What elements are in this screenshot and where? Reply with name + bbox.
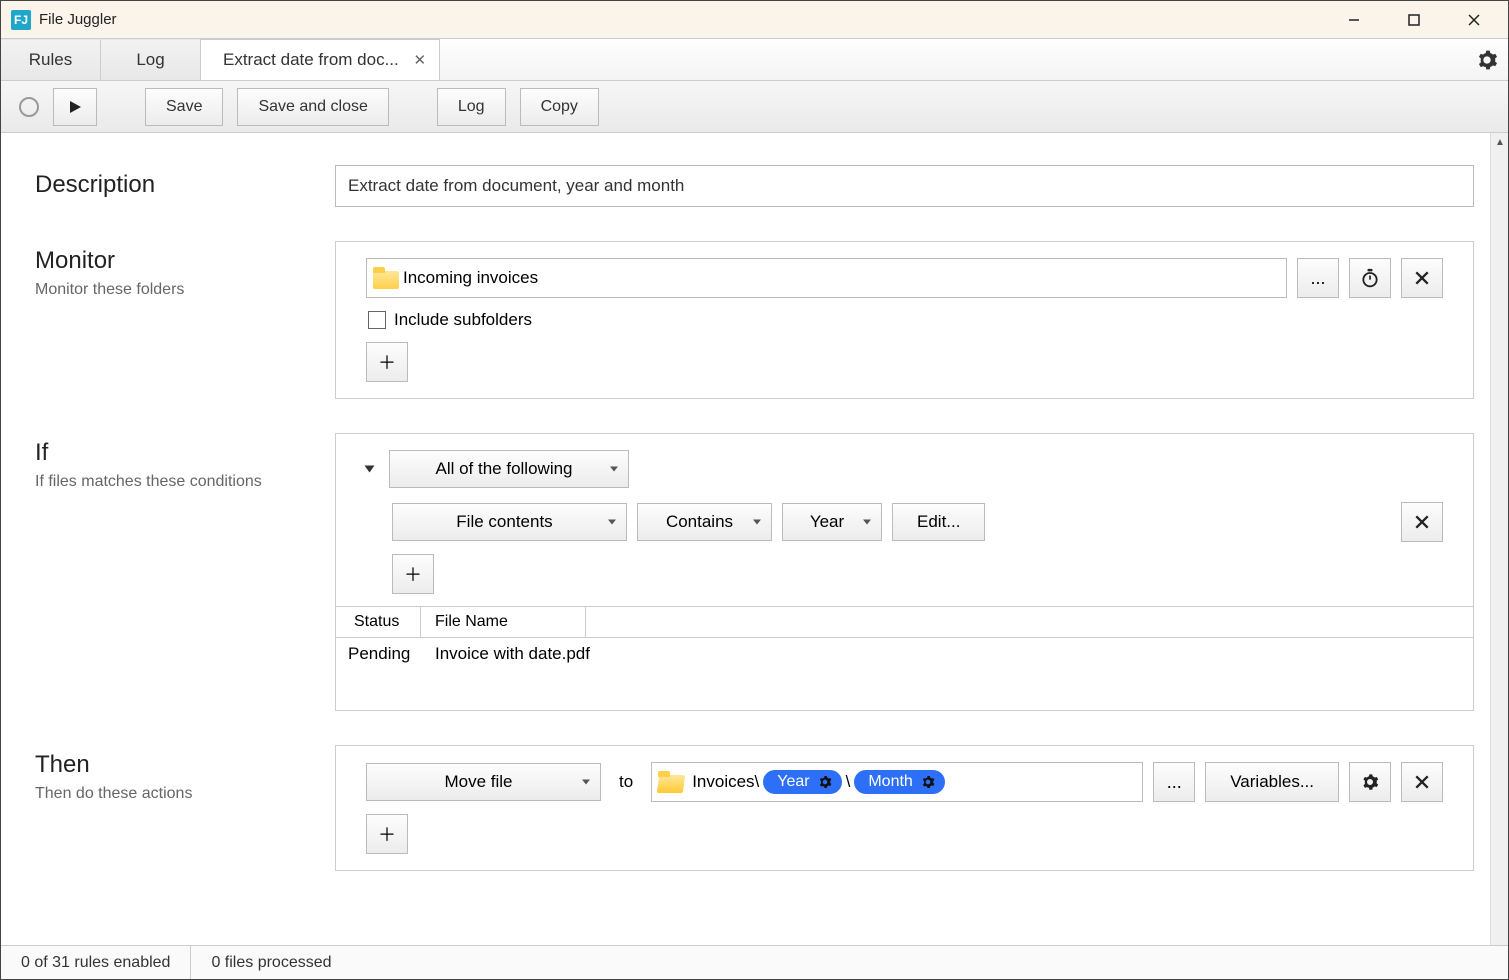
cell-filename: Invoice with date.pdf bbox=[421, 638, 604, 670]
remove-folder-button[interactable] bbox=[1401, 258, 1443, 298]
remove-condition-button[interactable] bbox=[1401, 502, 1443, 542]
condition-mode-dropdown[interactable]: All of the following bbox=[389, 450, 629, 488]
folder-name: Incoming invoices bbox=[403, 268, 538, 288]
tab-log[interactable]: Log bbox=[101, 39, 201, 80]
main-content: Description Monitor Monitor these folder… bbox=[1, 133, 1508, 945]
description-heading: Description bbox=[35, 171, 335, 199]
maximize-button[interactable] bbox=[1384, 1, 1444, 39]
status-rules: 0 of 31 rules enabled bbox=[1, 946, 191, 979]
include-subfolders-checkbox[interactable]: Include subfolders bbox=[368, 310, 1443, 330]
gear-icon bbox=[921, 775, 935, 789]
tab-close-icon[interactable]: ✕ bbox=[409, 49, 431, 71]
variable-pill-year[interactable]: Year bbox=[763, 770, 841, 794]
to-label: to bbox=[611, 772, 641, 792]
app-title: File Juggler bbox=[39, 11, 1324, 28]
app-window: FJ File Juggler Rules Log Extract date f… bbox=[0, 0, 1509, 980]
section-monitor: Monitor Monitor these folders Incoming i… bbox=[35, 241, 1474, 399]
tabbar: Rules Log Extract date from doc... ✕ bbox=[1, 39, 1508, 81]
description-input[interactable] bbox=[335, 165, 1474, 207]
browse-folder-button[interactable]: ... bbox=[1297, 258, 1339, 298]
log-button[interactable]: Log bbox=[437, 88, 506, 126]
folder-icon bbox=[373, 267, 399, 289]
dest-sep: \ bbox=[846, 772, 851, 792]
window-controls bbox=[1324, 1, 1504, 39]
variables-button[interactable]: Variables... bbox=[1205, 762, 1339, 802]
toolbar: Save Save and close Log Copy bbox=[1, 81, 1508, 133]
if-heading: If bbox=[35, 439, 335, 467]
collapse-toggle-icon[interactable] bbox=[365, 466, 375, 473]
minimize-button[interactable] bbox=[1324, 1, 1384, 39]
condition-value-dropdown[interactable]: Year bbox=[782, 503, 882, 541]
add-action-button[interactable]: ＋ bbox=[366, 814, 408, 854]
scrollbar[interactable]: ▲ bbox=[1490, 133, 1508, 945]
rule-enabled-radio[interactable] bbox=[19, 97, 39, 117]
if-sub: If files matches these conditions bbox=[35, 473, 335, 491]
monitor-folder-input[interactable]: Incoming invoices bbox=[366, 258, 1287, 298]
statusbar: 0 of 31 rules enabled 0 files processed bbox=[1, 945, 1508, 979]
folder-open-icon bbox=[658, 771, 684, 793]
add-condition-button[interactable]: ＋ bbox=[392, 554, 434, 594]
col-header-status[interactable]: Status bbox=[336, 607, 421, 637]
status-files: 0 files processed bbox=[191, 946, 351, 979]
close-window-button[interactable] bbox=[1444, 1, 1504, 39]
cell-status: Pending bbox=[336, 638, 421, 670]
condition-field-dropdown[interactable]: File contents bbox=[392, 503, 627, 541]
match-table: Status File Name Pending Invoice with da… bbox=[336, 606, 1473, 710]
destination-input[interactable]: Invoices\ Year \ Month bbox=[651, 762, 1143, 802]
then-heading: Then bbox=[35, 751, 335, 779]
col-header-filename[interactable]: File Name bbox=[421, 607, 586, 637]
dest-prefix: Invoices\ bbox=[692, 772, 759, 792]
gear-icon bbox=[818, 775, 832, 789]
settings-button[interactable] bbox=[1466, 39, 1508, 80]
run-button[interactable] bbox=[53, 88, 97, 126]
add-folder-button[interactable]: ＋ bbox=[366, 342, 408, 382]
table-row[interactable]: Pending Invoice with date.pdf bbox=[336, 638, 1473, 710]
condition-edit-button[interactable]: Edit... bbox=[892, 503, 985, 541]
condition-operator-dropdown[interactable]: Contains bbox=[637, 503, 772, 541]
monitor-heading: Monitor bbox=[35, 247, 335, 275]
action-settings-button[interactable] bbox=[1349, 762, 1391, 802]
variable-pill-month[interactable]: Month bbox=[854, 770, 944, 794]
tab-document-label: Extract date from doc... bbox=[223, 50, 399, 70]
app-icon: FJ bbox=[11, 10, 31, 30]
tab-document[interactable]: Extract date from doc... ✕ bbox=[200, 39, 440, 80]
then-sub: Then do these actions bbox=[35, 785, 335, 803]
checkbox-icon bbox=[368, 311, 386, 329]
save-button[interactable]: Save bbox=[145, 88, 223, 126]
scroll-up-icon[interactable]: ▲ bbox=[1491, 133, 1508, 151]
titlebar: FJ File Juggler bbox=[1, 1, 1508, 39]
schedule-button[interactable] bbox=[1349, 258, 1391, 298]
save-close-button[interactable]: Save and close bbox=[237, 88, 388, 126]
tab-rules[interactable]: Rules bbox=[1, 39, 101, 80]
section-if: If If files matches these conditions All… bbox=[35, 433, 1474, 711]
monitor-sub: Monitor these folders bbox=[35, 281, 335, 299]
section-description: Description bbox=[35, 165, 1474, 207]
include-subfolders-label: Include subfolders bbox=[394, 310, 532, 330]
browse-destination-button[interactable]: ... bbox=[1153, 762, 1195, 802]
section-then: Then Then do these actions Move file to … bbox=[35, 745, 1474, 871]
action-dropdown[interactable]: Move file bbox=[366, 763, 601, 801]
copy-button[interactable]: Copy bbox=[520, 88, 599, 126]
remove-action-button[interactable] bbox=[1401, 762, 1443, 802]
